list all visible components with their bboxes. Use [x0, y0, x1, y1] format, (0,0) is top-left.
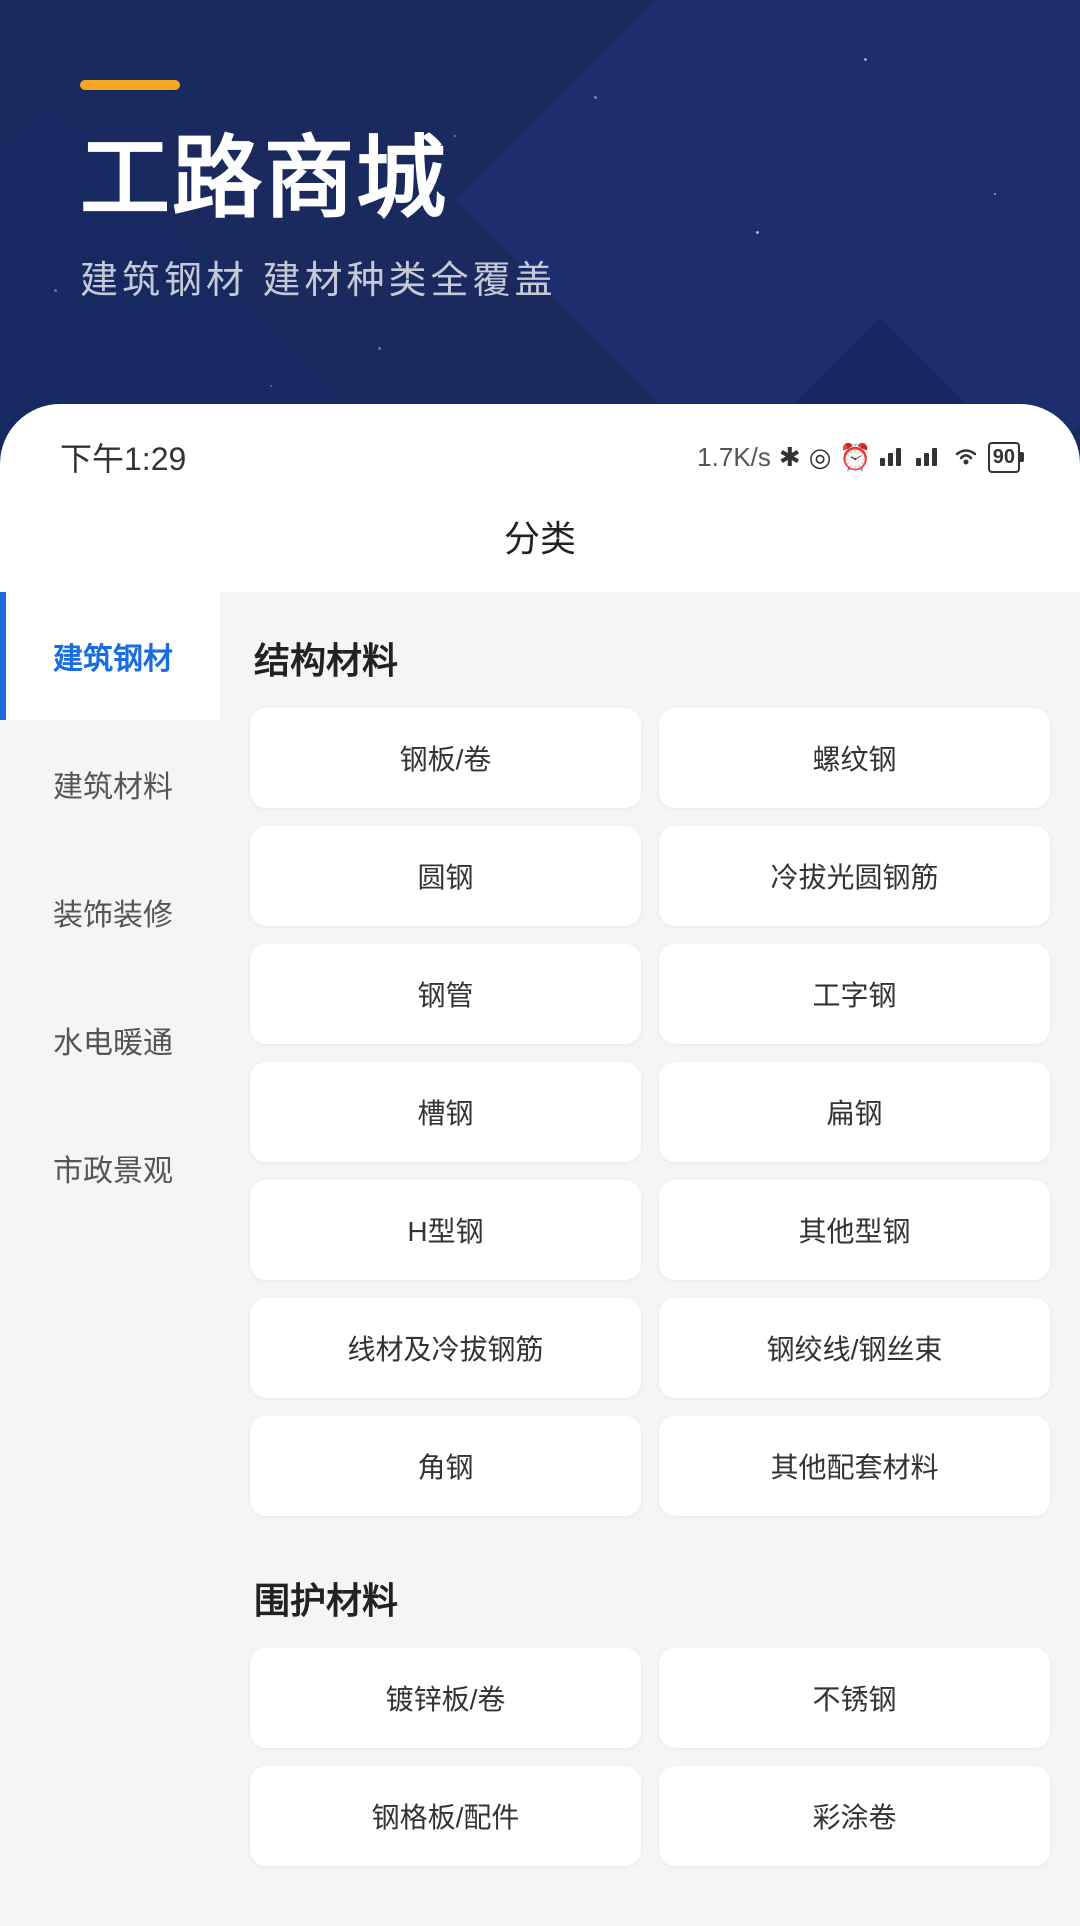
section-title-structural: 结构材料	[250, 632, 1050, 684]
status-icons: 1.7K/s ✱ ◎ ⏰ 90	[697, 442, 1020, 473]
category-layout: 建筑钢材 建筑材料 装饰装修 水电暖通 市政景观 结构材料 钢板/卷 螺纹钢 圆…	[0, 592, 1080, 1926]
item-cold-drawn[interactable]: 冷拔光圆钢筋	[659, 826, 1050, 926]
app-title: 工路商城	[80, 130, 1000, 229]
item-stainless-steel[interactable]: 不锈钢	[659, 1648, 1050, 1748]
item-galvanized-plate[interactable]: 镀锌板/卷	[250, 1648, 641, 1748]
structural-items-grid: 钢板/卷 螺纹钢 圆钢 冷拔光圆钢筋 钢管 工字钢 槽钢 扁钢 H型钢 其他型钢…	[250, 708, 1050, 1516]
item-wire-rod[interactable]: 线材及冷拔钢筋	[250, 1298, 641, 1398]
item-accessories[interactable]: 其他配套材料	[659, 1416, 1050, 1516]
bluetooth-icon: ✱	[779, 442, 801, 473]
page-title: 分类	[0, 490, 1080, 592]
sidebar-item-hvac[interactable]: 水电暖通	[0, 976, 220, 1104]
orange-accent-bar	[80, 80, 180, 90]
item-round-steel[interactable]: 圆钢	[250, 826, 641, 926]
header: 工路商城 建筑钢材 建材种类全覆盖	[0, 0, 1080, 364]
item-other-profiles[interactable]: 其他型钢	[659, 1180, 1050, 1280]
sidebar: 建筑钢材 建筑材料 装饰装修 水电暖通 市政景观	[0, 592, 220, 1926]
alarm-icon: ⏰	[839, 442, 871, 473]
item-flat-steel[interactable]: 扁钢	[659, 1062, 1050, 1162]
section-divider	[250, 1546, 1050, 1562]
battery-icon: 90	[988, 442, 1020, 473]
signal2-icon	[916, 442, 944, 473]
phone-card: 下午1:29 1.7K/s ✱ ◎ ⏰ 90 分类	[0, 404, 1080, 1926]
item-angle-steel[interactable]: 角钢	[250, 1416, 641, 1516]
sidebar-item-construction-steel[interactable]: 建筑钢材	[0, 592, 220, 720]
status-time: 下午1:29	[60, 434, 186, 480]
item-h-beam[interactable]: H型钢	[250, 1180, 641, 1280]
item-rebar[interactable]: 螺纹钢	[659, 708, 1050, 808]
vpn-icon: ◎	[809, 442, 832, 473]
item-i-beam[interactable]: 工字钢	[659, 944, 1050, 1044]
item-color-coated[interactable]: 彩涂卷	[659, 1766, 1050, 1866]
content-area: 结构材料 钢板/卷 螺纹钢 圆钢 冷拔光圆钢筋 钢管 工字钢 槽钢 扁钢 H型钢…	[220, 592, 1080, 1926]
wifi-icon	[952, 442, 980, 473]
sidebar-item-building-materials[interactable]: 建筑材料	[0, 720, 220, 848]
signal1-icon	[880, 442, 908, 473]
app-subtitle: 建筑钢材 建材种类全覆盖	[80, 249, 1000, 304]
status-bar: 下午1:29 1.7K/s ✱ ◎ ⏰ 90	[0, 404, 1080, 490]
enclosure-items-grid: 镀锌板/卷 不锈钢 钢格板/配件 彩涂卷	[250, 1648, 1050, 1866]
section-title-enclosure: 围护材料	[250, 1572, 1050, 1624]
item-channel-steel[interactable]: 槽钢	[250, 1062, 641, 1162]
sidebar-item-decoration[interactable]: 装饰装修	[0, 848, 220, 976]
item-steel-grating[interactable]: 钢格板/配件	[250, 1766, 641, 1866]
item-steel-strand[interactable]: 钢绞线/钢丝束	[659, 1298, 1050, 1398]
item-steel-pipe[interactable]: 钢管	[250, 944, 641, 1044]
network-speed: 1.7K/s	[697, 442, 771, 473]
sidebar-item-municipal[interactable]: 市政景观	[0, 1104, 220, 1232]
item-steel-plate[interactable]: 钢板/卷	[250, 708, 641, 808]
